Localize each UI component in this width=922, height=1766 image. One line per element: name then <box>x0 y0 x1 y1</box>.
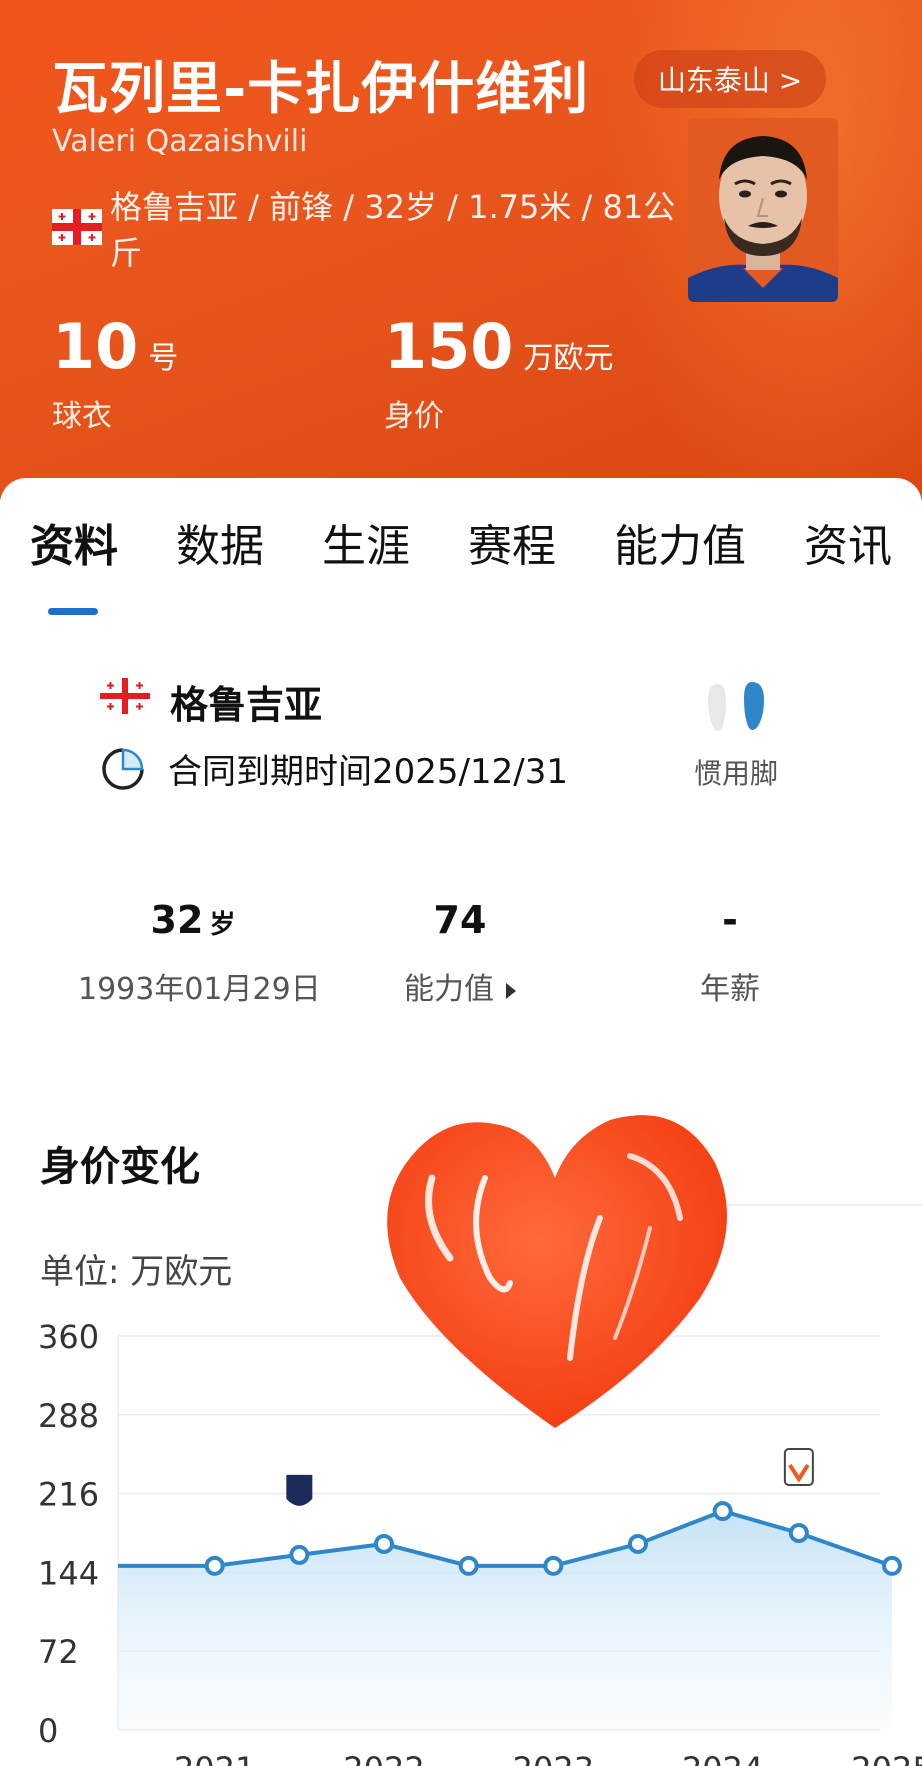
rating-value: 74 <box>433 898 487 942</box>
y-tick-label: 144 <box>38 1554 99 1592</box>
birth-date: 1993年01月29日 <box>78 972 321 1007</box>
contract-clock-icon <box>102 748 144 790</box>
player-avatar <box>688 118 838 302</box>
market-value-number: 150 <box>384 310 514 383</box>
y-tick-label: 0 <box>38 1712 58 1750</box>
x-tick-label: 2023 <box>513 1750 594 1766</box>
georgia-flag-icon <box>52 209 102 245</box>
data-point <box>289 1544 310 1565</box>
data-point <box>712 1501 733 1522</box>
market-value-unit: 万欧元 <box>523 341 614 376</box>
market-value-stat: 150 万欧元 身价 <box>384 310 613 435</box>
value-section-title: 身价变化 <box>40 1144 200 1190</box>
data-point <box>374 1533 394 1554</box>
tab-bar: 资料 数据 生涯 赛程 能力值 资讯 <box>0 510 922 615</box>
x-tick-label: 2022 <box>343 1750 424 1766</box>
y-tick-label: 72 <box>38 1633 79 1671</box>
y-tick-label: 216 <box>38 1476 99 1514</box>
nationality: 格鲁吉亚 <box>170 683 323 727</box>
player-name: 瓦列里-卡扎伊什维利 <box>52 57 590 122</box>
tab-profile[interactable]: 资料 <box>30 510 118 574</box>
preferred-foot-icon <box>708 682 764 731</box>
player-latin-name: Valeri Qazaishvili <box>52 124 308 159</box>
player-info-line: 格鲁吉亚 / 前锋 / 32岁 / 1.75米 / 81公斤 <box>110 188 676 272</box>
salary-value: - <box>722 898 738 942</box>
tab-ability[interactable]: 能力值 <box>614 510 746 574</box>
tab-news[interactable]: 资讯 <box>804 510 892 574</box>
x-tick-label: 2024 <box>682 1750 763 1766</box>
player-header: 瓦列里-卡扎伊什维利 山东泰山 > Valeri Qazaishvili 格鲁吉… <box>0 0 922 500</box>
jersey-stat: 10 号 球衣 <box>52 310 178 435</box>
data-point <box>788 1523 809 1543</box>
rating-label: 能力值 <box>404 972 494 1007</box>
value-unit-label: 单位: 万欧元 <box>40 1252 233 1292</box>
salary-label: 年薪 <box>700 972 760 1007</box>
tab-data[interactable]: 数据 <box>176 510 264 574</box>
tab-schedule[interactable]: 赛程 <box>468 510 556 574</box>
contract-expiry: 合同到期时间2025/12/31 <box>168 752 568 792</box>
age-value: 32 <box>150 898 204 942</box>
jersey-unit: 号 <box>148 341 179 376</box>
data-point <box>628 1533 648 1554</box>
age-unit: 岁 <box>209 910 236 940</box>
play-arrow-icon <box>506 982 516 999</box>
value-area <box>118 1511 892 1730</box>
heart-sticker <box>387 1115 727 1428</box>
navy-club-badge-icon <box>286 1474 313 1506</box>
market-value-label: 身价 <box>384 399 444 434</box>
data-point <box>543 1555 564 1576</box>
data-point <box>204 1555 225 1576</box>
salary-kpi: - 年薪 <box>660 898 800 1008</box>
active-tab-indicator <box>48 608 98 615</box>
georgia-flag-icon <box>100 678 150 714</box>
x-tick-label: 2025 <box>851 1750 922 1766</box>
age-kpi: 32 岁 1993年01月29日 <box>78 898 321 1008</box>
y-tick-label: 288 <box>38 1397 99 1435</box>
jersey-number: 10 <box>52 310 139 383</box>
y-tick-label: 360 <box>38 1318 99 1356</box>
club-button[interactable]: 山东泰山 > <box>634 50 826 108</box>
x-tick-label: 2021 <box>174 1750 255 1766</box>
data-point <box>882 1555 902 1576</box>
rating-kpi[interactable]: 74 能力值 <box>370 898 550 1008</box>
data-point <box>458 1555 479 1576</box>
preferred-foot-label: 惯用脚 <box>694 757 779 790</box>
tab-career[interactable]: 生涯 <box>322 510 410 574</box>
jersey-label: 球衣 <box>52 399 112 434</box>
